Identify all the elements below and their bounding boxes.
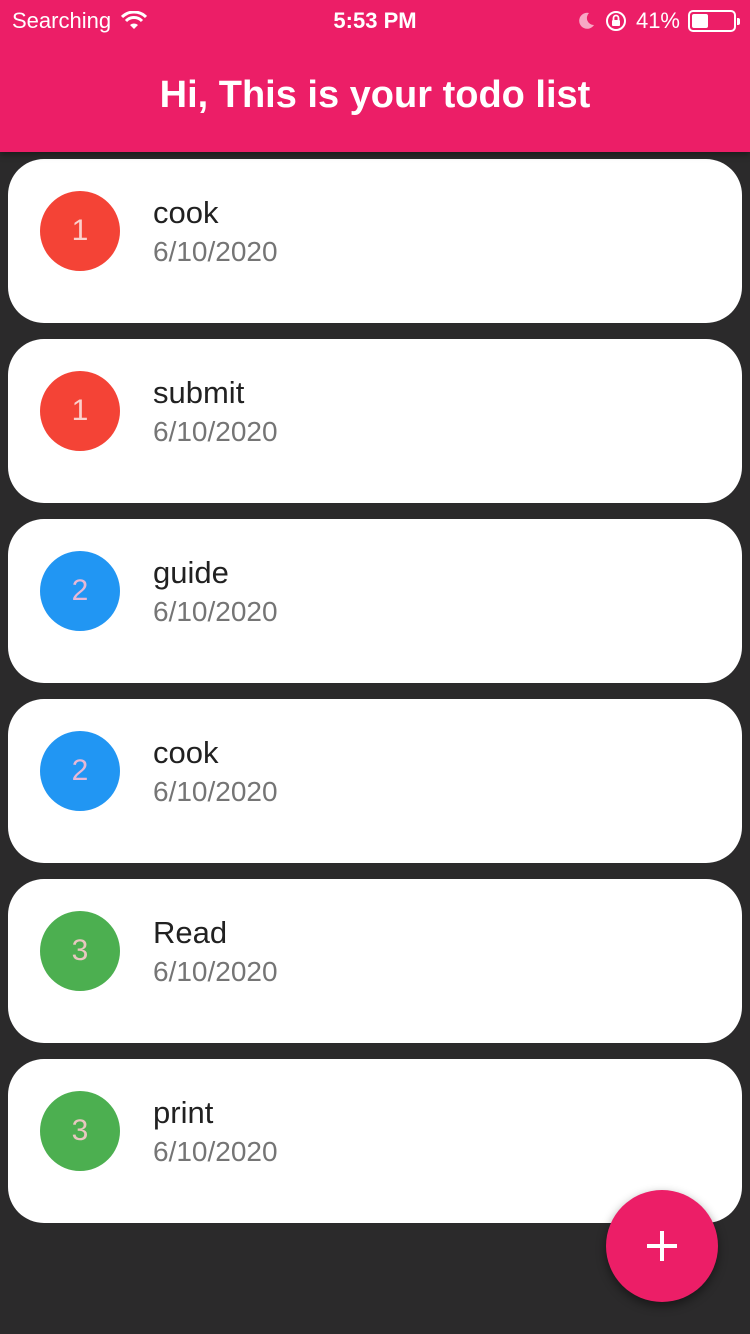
priority-badge: 3: [40, 911, 120, 991]
todo-card[interactable]: 1 submit 6/10/2020: [8, 339, 742, 503]
battery-icon: [688, 10, 740, 32]
todo-card[interactable]: 2 cook 6/10/2020: [8, 699, 742, 863]
todo-date: 6/10/2020: [153, 236, 278, 267]
status-right: 41%: [576, 8, 740, 34]
moon-icon: [576, 11, 596, 31]
plus-icon: [647, 1231, 677, 1261]
todo-card[interactable]: 3 Read 6/10/2020: [8, 879, 742, 1043]
priority-badge: 2: [40, 731, 120, 811]
todo-title: Read: [153, 915, 228, 950]
battery-fill: [692, 14, 708, 28]
todo-date: 6/10/2020: [153, 416, 278, 447]
todo-date: 6/10/2020: [153, 776, 278, 807]
todo-date: 6/10/2020: [153, 1136, 278, 1167]
todo-title: cook: [153, 195, 219, 230]
todo-card[interactable]: 1 cook 6/10/2020: [8, 159, 742, 323]
priority-badge: 3: [40, 1091, 120, 1171]
status-bar: Searching 5:53 PM 41%: [0, 0, 750, 42]
priority-badge: 2: [40, 551, 120, 631]
todo-date: 6/10/2020: [153, 596, 278, 627]
battery-percent: 41%: [635, 8, 680, 33]
page-title: Hi, This is your todo list: [159, 74, 591, 116]
priority-badge: 1: [40, 191, 120, 271]
app-header: Searching 5:53 PM 41% Hi, This is your t…: [0, 0, 750, 152]
todo-card[interactable]: 2 guide 6/10/2020: [8, 519, 742, 683]
todo-list: 1 cook 6/10/2020 1 submit 6/10/2020 2 guide 6/10…: [8, 159, 742, 1239]
orientation-lock-icon: [604, 9, 628, 33]
todo-title: submit: [153, 375, 245, 410]
priority-badge: 1: [40, 371, 120, 451]
todo-title: guide: [153, 555, 229, 590]
todo-date: 6/10/2020: [153, 956, 278, 987]
screen: Searching 5:53 PM 41% Hi, This is your t…: [0, 0, 750, 1334]
add-todo-button[interactable]: [606, 1190, 718, 1302]
todo-title: cook: [153, 735, 219, 770]
todo-title: print: [153, 1095, 214, 1130]
